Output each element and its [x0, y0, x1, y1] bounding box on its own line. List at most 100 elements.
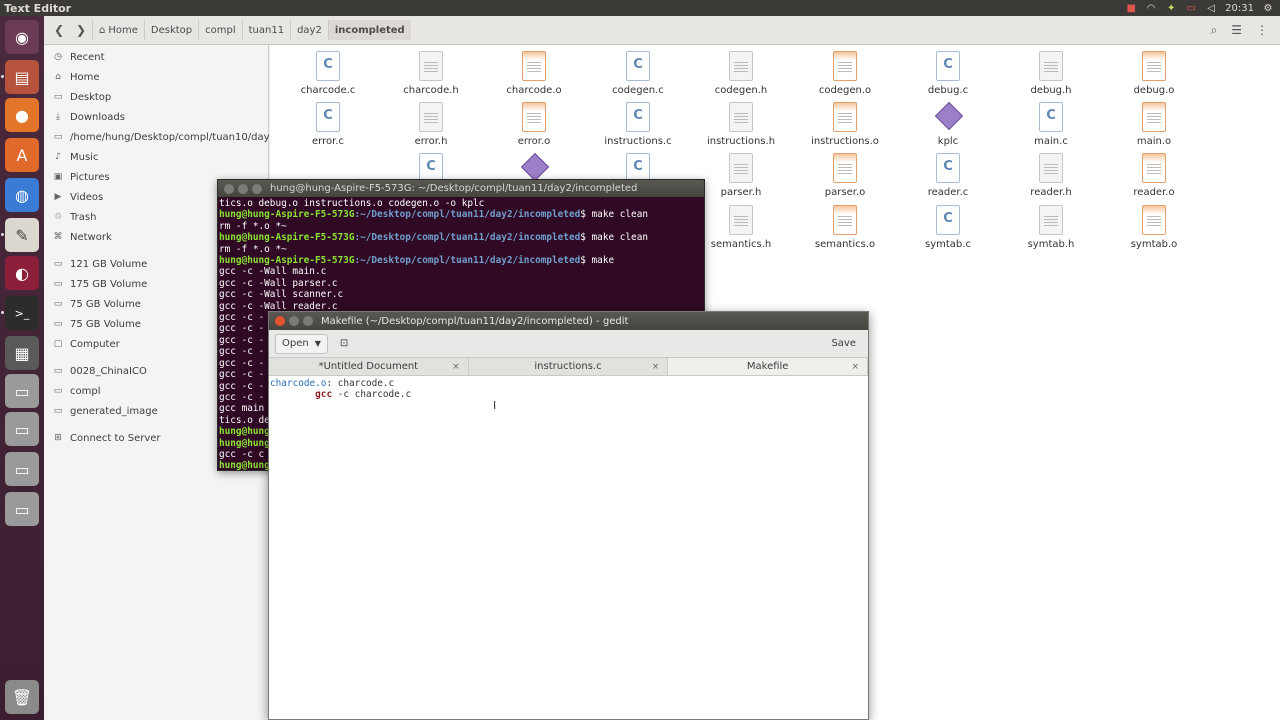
maximize-icon[interactable] [303, 316, 313, 326]
file-item[interactable]: codegen.c [588, 51, 688, 101]
list-view-icon[interactable]: ☰ [1231, 23, 1242, 38]
settings-icon[interactable]: ⚙ [1262, 2, 1274, 14]
maximize-icon[interactable] [252, 183, 262, 194]
network-icon[interactable]: ✦ [1165, 2, 1177, 14]
files-icon[interactable]: ▤ [5, 60, 39, 94]
breadcrumb-desktop[interactable]: Desktop [143, 20, 198, 40]
sidebar-item-desktop[interactable]: ▭ Desktop [52, 88, 112, 106]
sidebar-item-computer[interactable]: ▢ Computer [52, 335, 120, 353]
file-item[interactable]: charcode.o [484, 51, 584, 101]
trash-icon[interactable]: 🗑 [5, 680, 39, 714]
breadcrumb-home[interactable]: ⌂ Home [92, 20, 144, 40]
file-item[interactable]: main.o [1104, 102, 1204, 152]
file-item[interactable]: charcode.c [278, 51, 378, 101]
file-item[interactable]: semantics.h [691, 205, 791, 255]
file-item[interactable]: debug.o [1104, 51, 1204, 101]
back-button[interactable]: ❮ [48, 19, 70, 41]
minimize-icon[interactable] [289, 316, 299, 326]
gedit-window[interactable]: Makefile (~/Desktop/compl/tuan11/day2/in… [268, 311, 869, 720]
sidebar-item-chinaico[interactable]: ▭ 0028_ChinaICO [52, 362, 147, 380]
file-item[interactable]: error.h [381, 102, 481, 152]
sidebar-item-trash[interactable]: ♲ Trash [52, 208, 96, 226]
file-item[interactable]: main.c [1001, 102, 1101, 152]
file-item[interactable]: debug.h [1001, 51, 1101, 101]
sidebar-item-home[interactable]: ⌂ Home [52, 68, 99, 86]
sidebar-item-compl[interactable]: ▭ compl [52, 382, 101, 400]
breadcrumb-day2[interactable]: day2 [290, 20, 328, 40]
drive3-icon[interactable]: ▭ [5, 452, 39, 486]
sidebar-item-music[interactable]: ♪ Music [52, 148, 98, 166]
close-icon[interactable] [275, 316, 285, 326]
firefox-icon[interactable]: ● [5, 98, 39, 132]
forward-button[interactable]: ❯ [70, 19, 92, 41]
file-item[interactable]: instructions.o [795, 102, 895, 152]
battery-icon[interactable]: ▭ [1185, 2, 1197, 14]
file-item[interactable]: instructions.h [691, 102, 791, 152]
sidebar-item-volume-75a[interactable]: ▭ 75 GB Volume [52, 295, 141, 313]
software-center-icon[interactable]: A [5, 138, 39, 172]
wifi-icon[interactable]: ◠ [1145, 2, 1157, 14]
file-item[interactable]: error.o [484, 102, 584, 152]
new-document-button[interactable]: ⊡ [334, 334, 354, 354]
app2-icon[interactable]: ▦ [5, 336, 39, 370]
sidebar-item-pictures[interactable]: ▣ Pictures [52, 168, 110, 186]
drive2-icon[interactable]: ▭ [5, 412, 39, 446]
sidebar-item-volume-75b[interactable]: ▭ 75 GB Volume [52, 315, 141, 333]
sidebar-item-volume-175[interactable]: ▭ 175 GB Volume [52, 275, 148, 293]
file-item[interactable]: codegen.h [691, 51, 791, 101]
drive4-icon[interactable]: ▭ [5, 492, 39, 526]
file-item[interactable]: codegen.o [795, 51, 895, 101]
breadcrumb-incompleted[interactable]: incompleted [327, 20, 411, 40]
file-item[interactable]: instructions.c [588, 102, 688, 152]
sidebar-item-videos[interactable]: ▶ Videos [52, 188, 104, 206]
close-icon[interactable] [224, 183, 234, 194]
sidebar-item-generated-image[interactable]: ▭ generated_image [52, 402, 158, 420]
file-item[interactable]: symtab.c [898, 205, 998, 255]
close-icon[interactable]: × [452, 362, 460, 372]
breadcrumb-compl[interactable]: compl [198, 20, 241, 40]
terminal-titlebar[interactable]: hung@hung-Aspire-F5-573G: ~/Desktop/comp… [218, 180, 704, 197]
save-button[interactable]: Save [825, 334, 862, 354]
terminal-icon[interactable]: >_ [5, 296, 39, 330]
editor-text-area[interactable]: charcode.o: charcode.c gcc -c charcode.c [269, 376, 868, 403]
file-item[interactable]: parser.h [691, 153, 791, 203]
search-icon[interactable]: ⌕ [1211, 23, 1218, 38]
record-icon[interactable]: ■ [1125, 2, 1137, 14]
tab-makefile[interactable]: Makefile × [668, 358, 869, 375]
close-icon[interactable]: × [652, 362, 660, 372]
file-item[interactable]: reader.o [1104, 153, 1204, 203]
object-file-icon [833, 102, 857, 132]
ubuntu-dash-icon[interactable]: ◉ [5, 20, 39, 54]
sidebar-item-connect-server[interactable]: ⊞ Connect to Server [52, 429, 160, 447]
minimize-icon[interactable] [238, 183, 248, 194]
close-icon[interactable]: × [851, 362, 859, 372]
gedit-titlebar[interactable]: Makefile (~/Desktop/compl/tuan11/day2/in… [269, 312, 868, 330]
file-item[interactable]: charcode.h [381, 51, 481, 101]
sidebar-item-bookmark[interactable]: ▭/home/hung/Desktop/compl/tuan10/day1 [52, 128, 276, 146]
file-item[interactable]: reader.c [898, 153, 998, 203]
tab-untitled[interactable]: *Untitled Document × [269, 358, 469, 375]
terminal-line: hung@hung-Aspire-F5-573G:~/Desktop/compl… [219, 209, 648, 221]
breadcrumb-tuan11[interactable]: tuan11 [241, 20, 290, 40]
file-item[interactable]: parser.o [795, 153, 895, 203]
menu-icon[interactable]: ⋮ [1256, 23, 1268, 38]
sidebar-item-downloads[interactable]: ⤓ Downloads [52, 108, 125, 126]
file-item[interactable]: symtab.h [1001, 205, 1101, 255]
volume-icon[interactable]: ◁ [1205, 2, 1217, 14]
file-item[interactable]: symtab.o [1104, 205, 1204, 255]
text-editor-icon[interactable]: ✎ [5, 218, 39, 252]
file-item[interactable]: debug.c [898, 51, 998, 101]
sidebar-item-network[interactable]: ⌘ Network [52, 228, 112, 246]
open-button[interactable]: Open ▼ [275, 333, 328, 354]
file-item[interactable]: kplc [898, 102, 998, 152]
chrome-icon[interactable]: ◍ [5, 178, 39, 212]
clock[interactable]: 20:31 [1225, 3, 1254, 14]
sidebar-item-volume-121[interactable]: ▭ 121 GB Volume [52, 255, 148, 273]
tab-instructions[interactable]: instructions.c × [469, 358, 669, 375]
file-item[interactable]: reader.h [1001, 153, 1101, 203]
file-item[interactable]: semantics.o [795, 205, 895, 255]
app-icon[interactable]: ◐ [5, 256, 39, 290]
drive-icon[interactable]: ▭ [5, 374, 39, 408]
sidebar-item-recent[interactable]: ◷ Recent [52, 48, 105, 66]
file-item[interactable]: error.c [278, 102, 378, 152]
